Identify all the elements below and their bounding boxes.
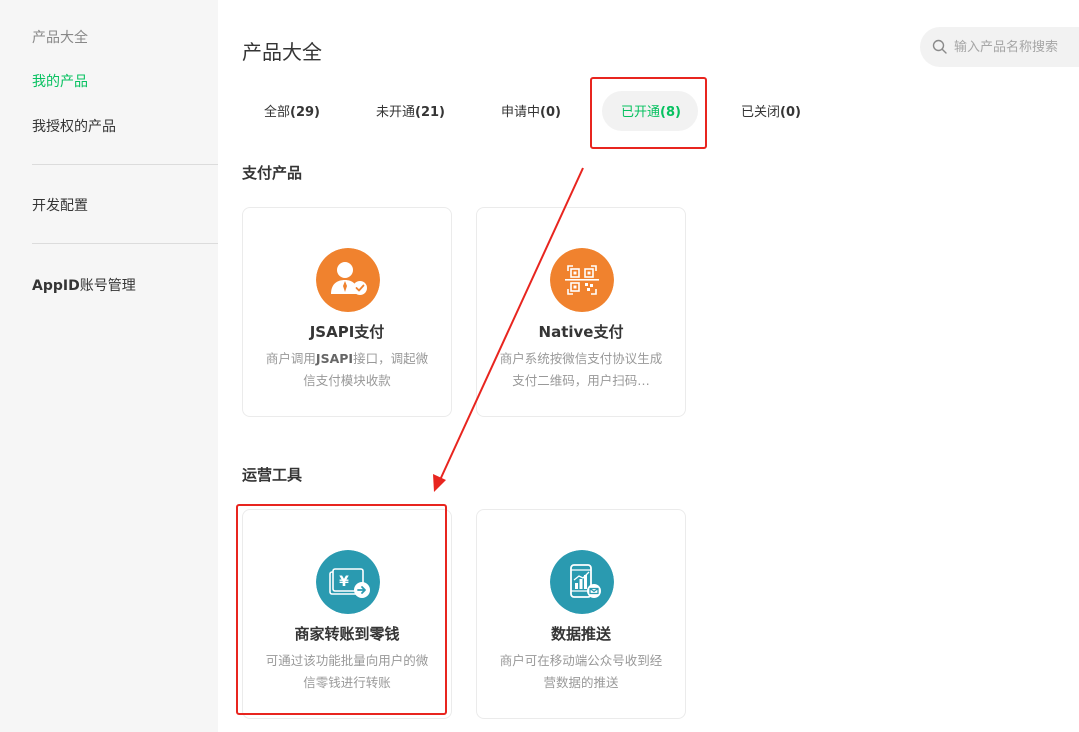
annotation-arrow [433, 167, 584, 492]
